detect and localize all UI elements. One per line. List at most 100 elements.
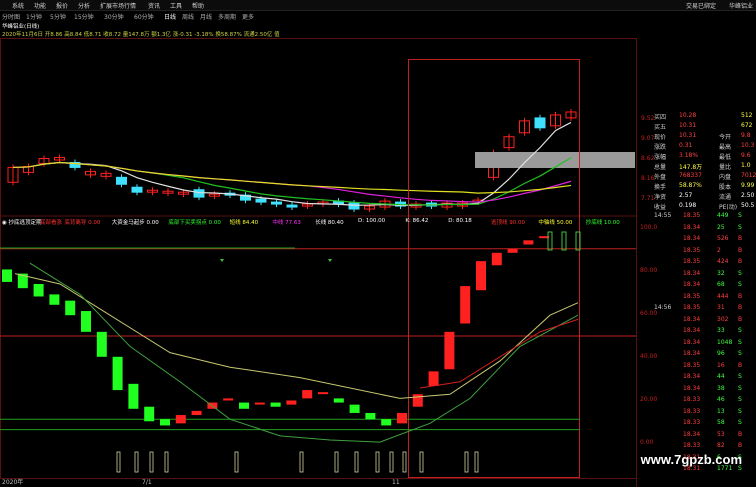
trade-volume: 2: [717, 246, 721, 254]
trade-side: S: [738, 407, 742, 415]
trade-volume: 302: [717, 315, 729, 323]
trade-row: 18.34 44 S: [637, 373, 756, 384]
trade-row: 14:55 18.35 449 S: [637, 212, 756, 223]
trade-volume: 53: [717, 430, 725, 438]
trade-row: 18.34 526 B: [637, 235, 756, 246]
upper-candle: [116, 176, 127, 185]
trade-volume: 96: [717, 350, 725, 357]
trade-volume: 33: [717, 327, 725, 334]
trade-price: 18.34: [683, 384, 701, 392]
signal-marker: [547, 231, 553, 251]
upper-candle: [348, 202, 360, 210]
upper-candle: [534, 117, 546, 129]
indicator-candle: [476, 261, 486, 291]
signal-marker: [561, 231, 567, 251]
quote-value-2: 2.50: [741, 192, 755, 199]
trade-price: 18.33: [683, 442, 701, 449]
indicator-candle: [412, 394, 423, 407]
quote-value-2: 10.3: [741, 142, 755, 149]
trade-price: 18.35: [683, 258, 701, 265]
quote-value-2: 9.99: [741, 182, 755, 189]
bottom-marker: [375, 451, 380, 473]
trade-price: 18.35: [683, 212, 701, 219]
quote-label: 现价: [654, 134, 667, 141]
trade-volume: 526: [717, 235, 729, 242]
quote-label: 买五: [654, 124, 667, 131]
trade-price: 18.34: [683, 350, 701, 357]
indicator-candle: [239, 402, 249, 409]
indicator-candle: [349, 404, 360, 413]
trade-price: 18.34: [683, 235, 701, 242]
trade-price: 18.34: [683, 315, 701, 323]
bottom-marker: [389, 451, 394, 473]
bottom-marker: [299, 451, 304, 473]
arrow-marker: [220, 259, 224, 262]
quote-label: 换手: [654, 184, 667, 191]
quote-volume: 512: [741, 112, 753, 119]
trade-price: 18.34: [683, 338, 701, 346]
indicator-candle: [2, 269, 12, 282]
quote-row: 现价 10.31 今开 9.8: [637, 132, 756, 141]
indicator-value-12: 抄底线 10.00: [585, 220, 620, 226]
trade-row: 18.35 2 B: [637, 247, 756, 258]
trade-row: 18.34 32 S: [637, 270, 756, 281]
trade-side: B: [738, 361, 743, 369]
trade-side: S: [738, 327, 742, 334]
indicator-candle: [81, 311, 91, 332]
trade-volume: 32: [717, 269, 725, 277]
bottom-marker: [419, 451, 424, 473]
trade-side: B: [738, 246, 743, 254]
indicator-candle: [460, 286, 471, 324]
indicator-candle: [49, 294, 60, 305]
quote-value: 10.28: [679, 112, 697, 119]
quote-label-2: 最高: [719, 144, 732, 151]
trade-price: 18.35: [683, 361, 701, 369]
trade-volume: 449: [717, 212, 729, 219]
quote-row: 收益 0.198 PE(动) 50.5: [637, 202, 756, 211]
trade-volume: 58: [717, 419, 725, 426]
trade-volume: 444: [717, 292, 729, 300]
quote-value: 10.31: [679, 122, 697, 129]
trade-volume: 13: [717, 407, 725, 415]
trade-volume: 424: [717, 258, 729, 265]
indicator-candle: [191, 410, 202, 416]
quote-value-2: 701291: [741, 172, 756, 179]
trade-side: S: [738, 223, 742, 231]
trade-row: 18.34 68 S: [637, 281, 756, 292]
trade-volume: 38: [717, 384, 725, 392]
trade-row: 18.34 38 S: [637, 385, 756, 396]
trade-side: S: [738, 396, 742, 403]
trade-row: 18.35 16 B: [637, 362, 756, 373]
trade-side: B: [738, 235, 743, 242]
bottom-marker: [402, 451, 407, 473]
trade-volume: 82: [717, 442, 725, 449]
trade-side: S: [738, 350, 742, 357]
bottom-marker: [164, 451, 169, 473]
quote-row: 涨跌 0.31 最高 10.3: [637, 142, 756, 151]
x-axis-label: 11: [392, 479, 400, 486]
quote-row: 净资 2.57 流通 2.50: [637, 192, 756, 201]
ma-magenta-line: [12, 161, 572, 203]
trade-row: 18.34 1048 S: [637, 339, 756, 350]
indicator-value-10: 逃顶线 90.00: [491, 220, 525, 226]
quote-label-2: 今开: [719, 134, 732, 141]
quote-value: 0.198: [679, 202, 697, 209]
quote-value: 0.31: [679, 142, 693, 149]
upper-candle: [286, 204, 298, 208]
selection-frame: [408, 59, 580, 478]
trade-volume: 68: [717, 281, 725, 288]
trade-row: 18.34 53 B: [637, 431, 756, 442]
indicator-candle: [223, 398, 234, 401]
indicator-candle: [491, 252, 502, 266]
quote-value-2: 1.0: [741, 162, 751, 169]
arrow-marker: [328, 259, 332, 262]
indicator-name: ◉ 抄底逃顶定期: [2, 220, 42, 226]
indicator-candle: [128, 383, 139, 409]
trade-price: 18.34: [683, 269, 701, 277]
trade-row: 18.34 33 S: [637, 327, 756, 338]
trade-side: S: [738, 269, 742, 277]
bottom-marker: [234, 451, 239, 473]
trade-price: 18.35: [683, 292, 701, 300]
trade-row: 18.33 13 S: [637, 408, 756, 419]
bottom-marker: [474, 451, 479, 473]
